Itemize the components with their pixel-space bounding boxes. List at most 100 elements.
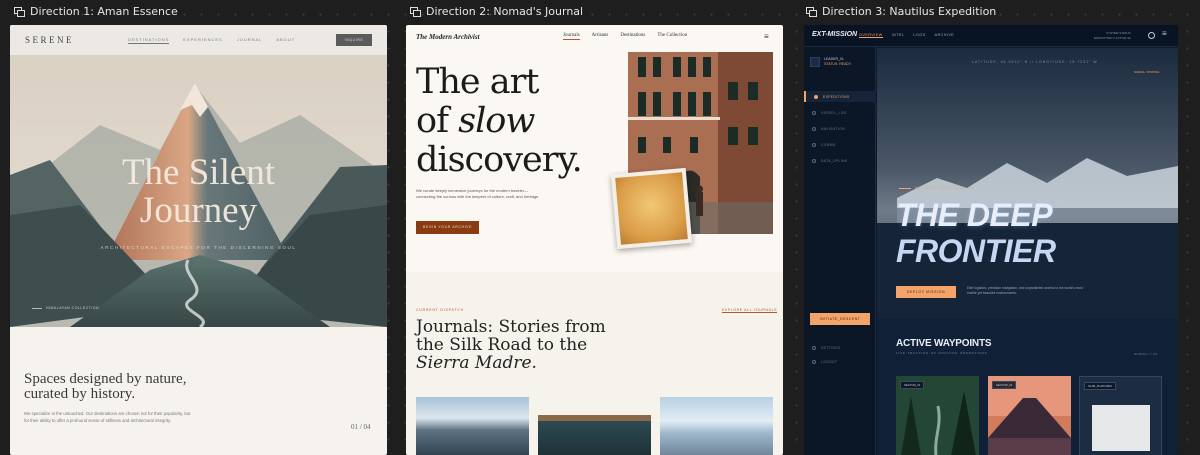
card-tag: SLAB_PLATFORM [1084,382,1116,390]
waypoint-card[interactable]: SECTOR_02 [988,376,1071,455]
brand-logo[interactable]: The Modern Archivist [416,33,480,41]
sidebar-item-logout[interactable]: LOGOUT [804,356,876,367]
sidebar-item-data-uplink[interactable]: DATA_UPLINK [804,155,876,166]
hero-image: The Silent Journey ARCHITECTURAL ESCAPES… [10,55,387,329]
frame-title: Direction 2: Nomad's Journal [426,5,584,18]
section-title-line2: the Silk Road to the [416,335,588,355]
sidebar-item-comms[interactable]: COMMS [804,139,876,150]
brand-logo[interactable]: SERENE [25,35,74,45]
sidebar-item-label: COMMS [821,142,836,147]
subtitle-line [899,187,911,189]
nav-logs[interactable]: LOGS [913,33,925,38]
hero-description: Elite logistics, precision navigation, a… [967,286,1083,295]
headline-line1: The art [416,62,539,102]
frame-icon [806,6,817,17]
nav-links: DESTINATIONS EXPERIENCES JOURNAL ABOUT [128,37,295,44]
radio-icon [812,142,816,147]
waypoints-title: ACTIVE WAYPOINTS [896,338,992,349]
section-title-line2: curated by history. [24,386,136,402]
sidebar-item-expeditions[interactable]: EXPEDITIONS [804,91,876,102]
nav-intel[interactable]: INTEL [892,33,905,38]
top-nav: OVERVIEW INTEL LOGS ARCHIVE [859,33,954,38]
sidebar-item-navigation[interactable]: NAVIGATION [804,123,876,134]
sidebar-item-vessel-log[interactable]: VESSEL_LOG [804,107,876,118]
menu-icon[interactable]: ≡ [1162,29,1167,38]
gear-icon [812,345,816,350]
sidebar-item-label: VESSEL_LOG [821,110,847,115]
waypoint-card[interactable]: SLAB_PLATFORM [1079,376,1162,455]
nav-link-journals[interactable]: Journals [563,33,580,40]
sidebar: LEADER_01 STATUS: READY EXPEDITIONS VESSE… [804,47,876,455]
nav-overview[interactable]: OVERVIEW [859,33,883,38]
headline-of: of [416,101,459,141]
explore-journals-link[interactable]: EXPLORE ALL JOURNALS [722,308,778,313]
journal-card-image[interactable] [660,397,773,455]
coordinates-readout: LATITUDE: 65.9412° N // LONGITUDE: 18.72… [972,60,1098,64]
card-tag: SECTOR_01 [900,381,925,389]
deploy-mission-button[interactable]: DEPLOY MISSION [896,286,956,298]
waypoints-subtitle: LIVE TRACKING OF ONGOING OPERATIONS [896,351,988,355]
nav-link-destinations[interactable]: DESTINATIONS [128,37,170,44]
caption-text: HIMALAYAN COLLECTION [46,306,100,310]
hero-title-line1: THE DEEP [896,197,1053,233]
section-eyebrow: CURRENT DISPATCH [416,308,464,312]
hero-description: We curate deeply immersive journeys for … [416,188,540,199]
section-title-line1: Spaces designed by nature, [24,371,187,387]
nav-link-experiences[interactable]: EXPERIENCES [183,37,222,44]
system-status: SYSTEM STATUS ENCRYPTED // ACTIVE 42 [1094,31,1131,40]
sidebar-item-label: NAVIGATION [821,126,845,131]
nav-archive[interactable]: ARCHIVE [935,33,955,38]
nav-link-artisans[interactable]: Artisans [592,33,609,40]
pagination: 01 / 04 [351,423,371,431]
user-info: LEADER_01 STATUS: READY [824,57,851,67]
frame-label-2[interactable]: Direction 2: Nomad's Journal [410,5,583,18]
inquire-button[interactable]: INQUIRE [336,34,372,46]
sidebar-item-settings[interactable]: SETTINGS [804,342,876,353]
section-body: We specialize in the untouched. Our dest… [24,411,191,423]
hamburger-menu-icon[interactable]: ≡ [764,32,769,41]
system-status-line2: ENCRYPTED // ACTIVE 42 [1094,35,1131,40]
frame-title: Direction 3: Nautilus Expedition [822,5,997,18]
avatar[interactable] [810,57,820,67]
waypoints-scroll-indicator: SCROLL // 04 [1134,352,1158,356]
section-title: Spaces designed by nature, curated by his… [24,372,186,402]
nav-link-about[interactable]: ABOUT [276,37,295,44]
mission-subtitle: MISSION PROTOCOL 07 [899,186,974,190]
sidebar-item-label: SETTINGS [821,345,841,350]
vintage-map-card [610,167,693,250]
logout-icon [812,359,816,364]
ship-icon [812,110,816,115]
map-icon [812,126,816,131]
section-title-line1: Journals: Stories from [416,317,606,337]
brand-logo[interactable]: EXT-MISSION [812,31,857,38]
frame-label-3[interactable]: Direction 3: Nautilus Expedition [806,5,996,18]
section-title: Journals: Stories from the Silk Road to … [416,318,606,372]
compass-icon [814,94,818,99]
hero-caption: HIMALAYAN COLLECTION [32,306,99,310]
signal-status: SIGNAL: STRONG [1134,70,1160,74]
sidebar-item-label: EXPEDITIONS [823,94,850,99]
frame-label-1[interactable]: Direction 1: Aman Essence [14,5,178,18]
user-status: STATUS: READY [824,62,852,66]
sidebar-item-label: DATA_UPLINK [821,158,848,163]
frame-aman-essence: SERENE DESTINATIONS EXPERIENCES JOURNAL … [10,25,387,455]
journal-card-image[interactable] [416,397,529,455]
nav-link-collection[interactable]: The Collection [657,33,687,40]
mission-subtitle-text: MISSION PROTOCOL 07 [915,186,975,190]
frame-nomads-journal: The Modern Archivist Journals Artisans D… [406,25,783,455]
frame-title: Direction 1: Aman Essence [30,5,178,18]
glacier-hero-image [877,48,1178,319]
top-bar: EXT-MISSION OVERVIEW INTEL LOGS ARCHIVE … [804,25,1178,47]
hero-headline: The art of slow discovery. [416,62,583,180]
waypoint-card[interactable]: SECTOR_01 [896,376,979,455]
user-icon[interactable] [1148,32,1155,39]
initiate-descent-button[interactable]: INITIATE_DESCENT [810,313,870,325]
frame-icon [410,6,421,17]
frame-nautilus-expedition: EXT-MISSION OVERVIEW INTEL LOGS ARCHIVE … [804,25,1178,455]
nav-link-journal[interactable]: JOURNAL [237,37,263,44]
platform-image [1092,405,1150,451]
nav-link-destinations[interactable]: Destinations [620,33,645,40]
hero-title-line2: FRONTIER [896,233,1056,269]
begin-archive-button[interactable]: BEGIN YOUR ARCHIVE [416,221,479,234]
journal-card-image[interactable] [538,415,651,455]
